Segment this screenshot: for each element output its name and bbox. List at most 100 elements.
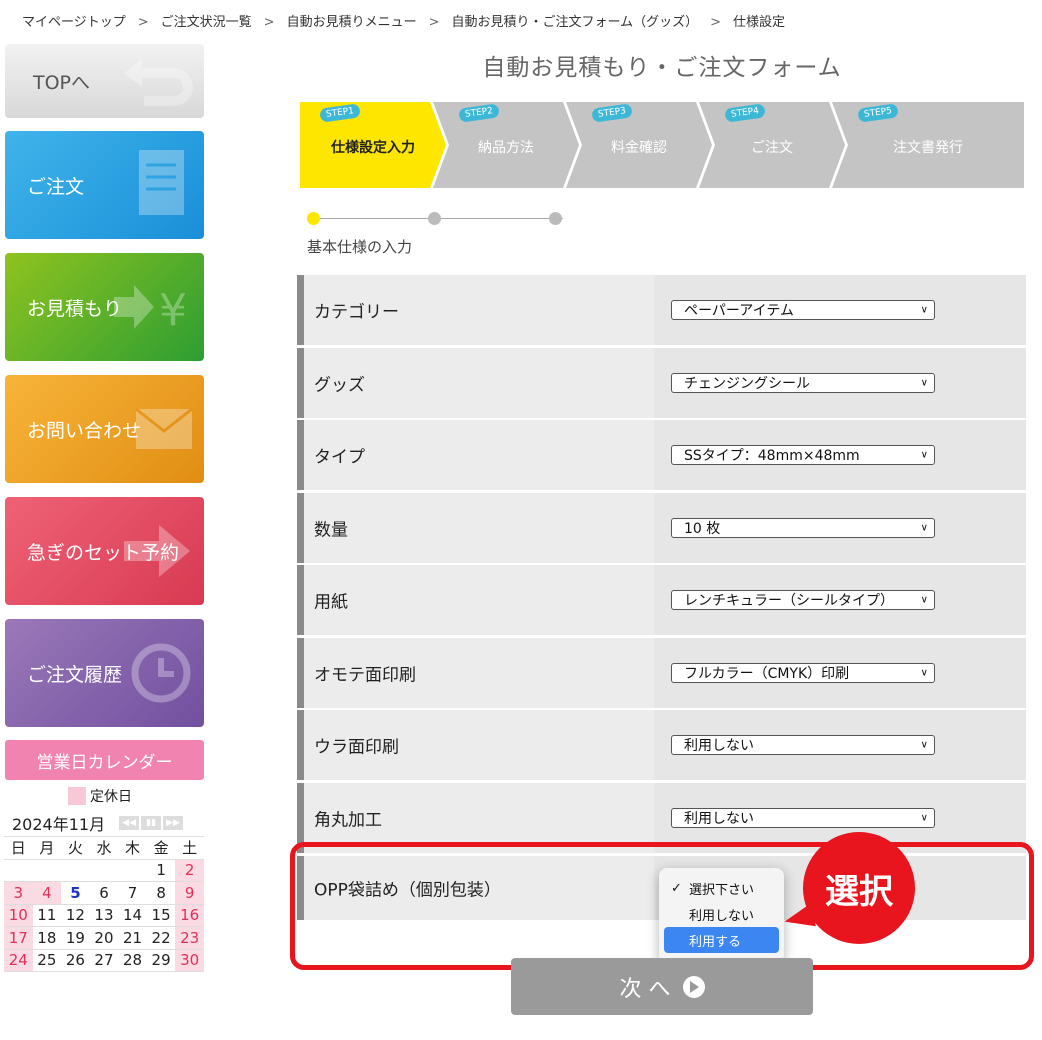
- calendar-month-header: 2024年11月 ◀◀ ▮▮ ▶▶: [12, 811, 184, 835]
- form-row: オモテ面印刷 フルカラー（CMYK）印刷 ∨: [297, 637, 1026, 708]
- step-badge: STEP3: [591, 103, 633, 123]
- calendar-weekday: 月: [32, 836, 62, 860]
- calendar-day: [61, 859, 90, 882]
- breadcrumb-separator: >: [137, 15, 149, 30]
- calendar-day: [118, 859, 147, 882]
- step-label: 納品方法: [478, 140, 534, 156]
- step-4: STEP4 ご注文: [699, 102, 845, 188]
- form-select[interactable]: SSタイプ：48mm×48mm ∨: [671, 445, 935, 465]
- calendar-current-icon[interactable]: ▮▮: [141, 816, 162, 830]
- checkmark-icon: ✓: [671, 880, 682, 896]
- form-select[interactable]: レンチキュラー（シールタイプ） ∨: [671, 590, 935, 610]
- calendar-day: [32, 859, 62, 882]
- form-select[interactable]: 利用しない ∨: [671, 807, 935, 828]
- sidebar-inquiry-label: お問い合わせ: [27, 419, 142, 442]
- sidebar-order-button[interactable]: ご注文: [5, 131, 204, 239]
- calendar-next-icon[interactable]: ▶▶: [163, 816, 184, 830]
- chevron-down-icon: ∨: [920, 522, 928, 533]
- calendar-day: 13: [89, 904, 119, 927]
- svg-text:¥: ¥: [159, 285, 187, 336]
- calendar-day: 5: [61, 881, 90, 905]
- calendar-weekday: 金: [146, 836, 176, 860]
- step-badge: STEP4: [724, 103, 766, 123]
- calendar-day: 30: [175, 949, 204, 972]
- sidebar-top-button[interactable]: TOPへ: [5, 44, 204, 118]
- dropdown-option-not-use[interactable]: 利用しない: [659, 901, 784, 927]
- substep-progress: [307, 212, 567, 226]
- breadcrumb-order-form[interactable]: 自動お見積り・ご注文フォーム（グッズ）: [452, 15, 699, 30]
- progress-dot: [549, 212, 562, 225]
- breadcrumb-order-status[interactable]: ご注文状況一覧: [161, 15, 252, 30]
- opp-dropdown-menu: ✓ 選択下さい 利用しない 利用する: [659, 868, 784, 964]
- sidebar-order-label: ご注文: [27, 175, 85, 198]
- sidebar-top-label: TOPへ: [33, 71, 91, 94]
- chevron-down-icon: ∨: [920, 667, 928, 678]
- calendar-day: 6: [89, 881, 119, 905]
- form-select[interactable]: ペーパーアイテム ∨: [671, 300, 935, 320]
- form-select[interactable]: 10 枚 ∨: [671, 517, 935, 538]
- step-badge: STEP5: [857, 103, 899, 123]
- form-select[interactable]: フルカラー（CMYK）印刷 ∨: [671, 662, 935, 683]
- breadcrumb-separator: >: [710, 15, 722, 30]
- chevron-down-icon: ∨: [920, 449, 928, 461]
- sidebar-inquiry-button[interactable]: お問い合わせ: [5, 375, 204, 483]
- calendar-prev-icon[interactable]: ◀◀: [119, 816, 140, 830]
- option-label: 利用しない: [689, 908, 755, 924]
- sidebar-estimate-button[interactable]: お見積もり ¥: [5, 253, 204, 361]
- calendar-day: 18: [32, 926, 62, 950]
- play-icon: [682, 975, 705, 998]
- chevron-down-icon: ∨: [920, 739, 928, 751]
- calendar-day: 15: [146, 904, 176, 927]
- breadcrumb-separator: >: [263, 15, 275, 30]
- step-badge: STEP2: [458, 103, 500, 123]
- step-label: 仕様設定入力: [331, 140, 415, 156]
- select-value: ペーパーアイテム: [684, 303, 794, 319]
- form-row-label: ウラ面印刷: [314, 737, 399, 758]
- form-row-label: オモテ面印刷: [314, 665, 416, 685]
- breadcrumb-mypage-top[interactable]: マイページトップ: [22, 15, 126, 30]
- calendar-day: 26: [61, 949, 90, 972]
- select-value: 利用しない: [684, 738, 754, 754]
- document-icon: [139, 150, 184, 215]
- calendar-title: 営業日カレンダー: [5, 740, 204, 780]
- calendar-weekday: 日: [4, 836, 33, 860]
- form-row: 数量 10 枚 ∨: [297, 492, 1026, 563]
- calendar-day: 28: [118, 949, 147, 972]
- form-row: ウラ面印刷 利用しない ∨: [297, 710, 1026, 780]
- select-value: フルカラー（CMYK）印刷: [684, 665, 850, 682]
- history-clock-icon: [131, 643, 191, 703]
- breadcrumb-estimate-menu[interactable]: 自動お見積りメニュー: [287, 15, 417, 30]
- sidebar-rush-button[interactable]: 急ぎのセット予約: [5, 497, 204, 605]
- sidebar-history-label: ご注文履歴: [27, 663, 123, 686]
- calendar-day: 7: [118, 881, 147, 905]
- sidebar-rush-label: 急ぎのセット予約: [27, 541, 180, 564]
- form-row-label: タイプ: [314, 447, 365, 468]
- sidebar-history-button[interactable]: ご注文履歴: [5, 619, 204, 727]
- form-row-label: 角丸加工: [314, 810, 382, 830]
- calendar-day: 10: [4, 904, 33, 927]
- calendar-day: 27: [89, 949, 119, 972]
- dropdown-option-select[interactable]: ✓ 選択下さい: [659, 875, 784, 901]
- step-label: 料金確認: [611, 140, 667, 156]
- step-3: STEP3 料金確認: [566, 102, 712, 188]
- page-title: 自動お見積もり・ご注文フォーム: [482, 55, 842, 81]
- calendar-day: 22: [146, 926, 176, 950]
- form-row: タイプ SSタイプ：48mm×48mm ∨: [297, 420, 1026, 490]
- chevron-down-icon: ∨: [920, 594, 928, 606]
- calendar-day: 19: [61, 926, 90, 950]
- form-select[interactable]: チェンジングシール ∨: [671, 372, 935, 393]
- calendar-day: 2: [175, 859, 204, 882]
- next-button[interactable]: 次 へ: [511, 958, 813, 1015]
- option-label: 利用する: [689, 934, 742, 950]
- calendar-legend: 定休日: [68, 786, 132, 806]
- calendar-grid: 日月火水木金土 1 2 3 4 5 6 7 8 9 10 11 12 13 14 15 16 17 18 19 20 2…: [4, 836, 204, 972]
- next-button-label: 次 へ: [619, 976, 671, 1002]
- form-select[interactable]: 利用しない ∨: [671, 735, 935, 755]
- step-label: ご注文: [751, 140, 793, 156]
- step-label: 注文書発行: [893, 140, 963, 156]
- form-row-label: カテゴリー: [314, 302, 399, 323]
- calendar-day: 8: [146, 881, 176, 905]
- select-value: チェンジングシール: [684, 375, 810, 392]
- dropdown-option-use[interactable]: 利用する: [664, 927, 779, 953]
- holiday-swatch: [68, 787, 86, 805]
